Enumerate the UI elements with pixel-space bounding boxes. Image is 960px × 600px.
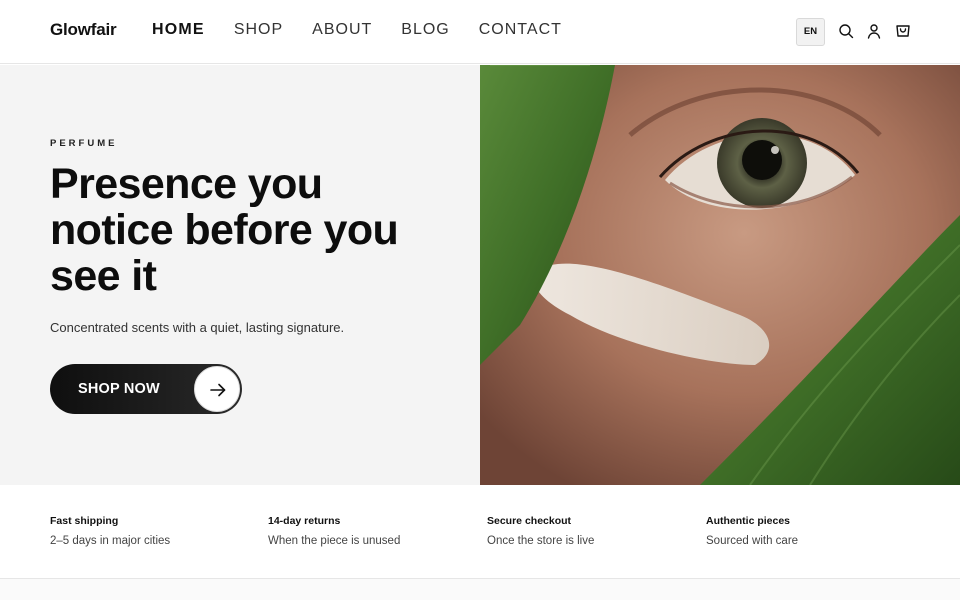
hero-content: PERFUME Presence you notice before you s… (0, 65, 480, 485)
feature-title: Fast shipping (50, 515, 119, 527)
main-nav: HOME SHOP ABOUT BLOG CONTACT (152, 21, 562, 39)
features-bar: Fast shipping 2–5 days in major cities 1… (0, 485, 960, 579)
language-selector[interactable]: EN (796, 18, 825, 46)
feature-title: Secure checkout (487, 515, 572, 527)
feature-desc: Once the store is live (487, 535, 595, 547)
feature-desc: Sourced with care (706, 535, 799, 547)
shop-now-button[interactable]: SHOP NOW (50, 364, 242, 414)
nav-item-about[interactable]: ABOUT (312, 21, 372, 39)
feature-authentic: Authentic pieces Sourced with care (706, 515, 906, 547)
hero-eyebrow: PERFUME (50, 138, 118, 149)
account-icon[interactable] (866, 23, 882, 39)
nav-item-blog[interactable]: BLOG (401, 21, 449, 39)
feature-shipping: Fast shipping 2–5 days in major cities (50, 515, 250, 547)
feature-checkout: Secure checkout Once the store is live (487, 515, 687, 547)
hero-image (480, 65, 960, 485)
hero-subtext: Concentrated scents with a quiet, lastin… (50, 320, 345, 335)
page-bottom-strip (0, 579, 960, 600)
hero-headline: Presence you notice before you see it (50, 160, 399, 300)
nav-item-contact[interactable]: CONTACT (479, 21, 562, 39)
feature-title: 14-day returns (268, 515, 341, 527)
shop-now-label: SHOP NOW (78, 381, 160, 397)
nav-item-shop[interactable]: SHOP (234, 21, 283, 39)
eye-with-leaf-illustration (480, 65, 960, 485)
feature-desc: 2–5 days in major cities (50, 535, 171, 547)
feature-title: Authentic pieces (706, 515, 791, 527)
cart-icon[interactable] (895, 23, 911, 39)
search-icon[interactable] (838, 23, 854, 39)
site-header: Glowfair HOME SHOP ABOUT BLOG CONTACT EN (0, 0, 960, 64)
feature-returns: 14-day returns When the piece is unused (268, 515, 468, 547)
brand-logo[interactable]: Glowfair (50, 20, 117, 40)
feature-desc: When the piece is unused (268, 535, 401, 547)
nav-item-home[interactable]: HOME (152, 21, 205, 39)
arrow-right-icon (194, 366, 240, 412)
